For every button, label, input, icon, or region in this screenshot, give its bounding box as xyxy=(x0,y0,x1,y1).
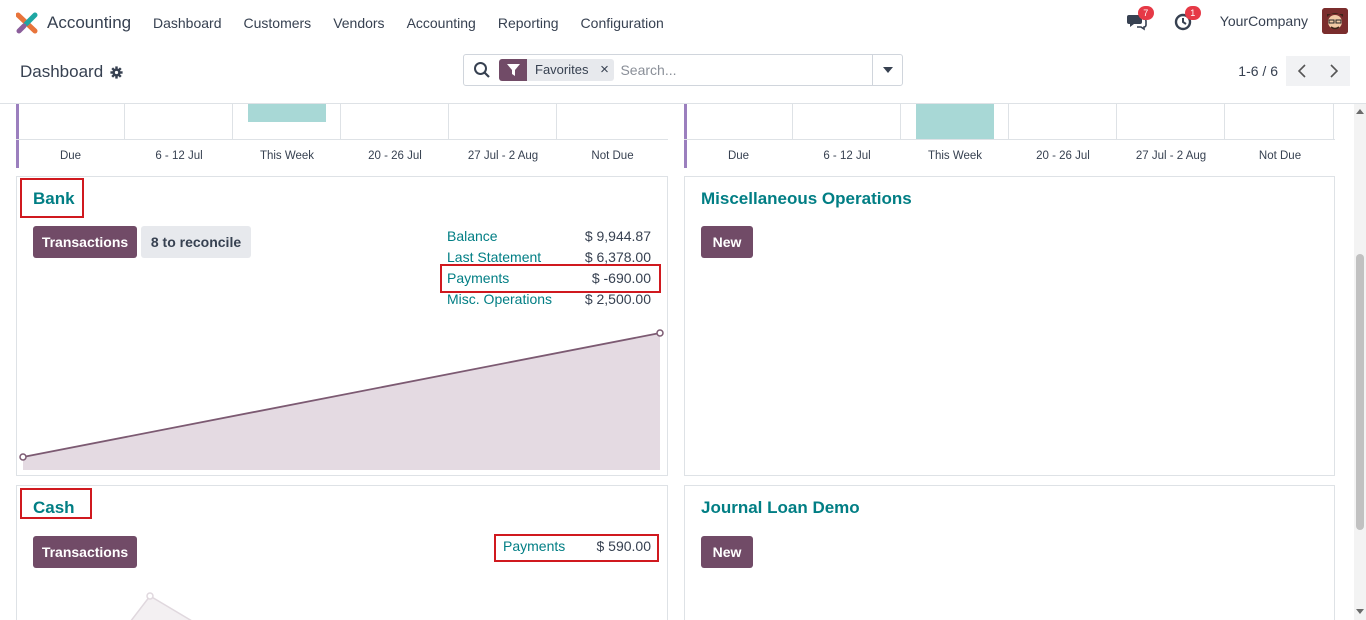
chevron-right-icon xyxy=(1330,64,1338,78)
gear-icon[interactable] xyxy=(110,65,123,79)
stat-value: $ 6,378.00 xyxy=(584,249,651,265)
chart-label: This Week xyxy=(259,150,315,162)
new-button[interactable]: New xyxy=(701,536,753,568)
journal-card-loan-demo: Journal Loan Demo New xyxy=(684,485,1335,620)
journal-card-bank: Bank Transactions 8 to reconcile Balance… xyxy=(16,176,668,476)
app-name[interactable]: Accounting xyxy=(47,13,131,33)
search-facet-favorites: Favorites × xyxy=(499,59,615,81)
chart-point[interactable] xyxy=(146,592,154,600)
card-title-misc-operations[interactable]: Miscellaneous Operations xyxy=(701,189,912,209)
user-avatar[interactable] xyxy=(1322,8,1348,34)
pager-value[interactable]: 1-6 / 6 xyxy=(1238,63,1278,79)
chevron-left-icon xyxy=(1298,64,1306,78)
chart-label: Due xyxy=(59,150,82,162)
activities-count-badge: 1 xyxy=(1184,6,1201,20)
journal-card-cash: Cash Transactions Payments $ 590.00 xyxy=(16,485,668,620)
menu-item-reporting[interactable]: Reporting xyxy=(498,15,559,31)
balance-line-chart xyxy=(19,329,664,470)
menu-item-dashboard[interactable]: Dashboard xyxy=(153,15,222,31)
page-title: Dashboard xyxy=(20,62,104,81)
chart-label: Due xyxy=(727,150,750,162)
control-panel: Dashboard Favorites × Search... 1-6 / 6 xyxy=(0,46,1366,104)
search-icon[interactable] xyxy=(473,61,491,79)
facet-remove-icon[interactable]: × xyxy=(594,59,615,81)
chart-column xyxy=(16,104,125,139)
chart-label: 20 - 26 Jul xyxy=(368,150,422,162)
chart-area xyxy=(131,596,191,620)
menu-item-accounting[interactable]: Accounting xyxy=(407,15,476,31)
top-navbar: Accounting Dashboard Customers Vendors A… xyxy=(0,0,1366,46)
chart-label: Not Due xyxy=(591,150,634,162)
scroll-down-icon[interactable] xyxy=(1356,607,1364,615)
new-button[interactable]: New xyxy=(701,226,753,258)
chart-area xyxy=(23,333,660,470)
chart-column xyxy=(684,104,793,139)
chart-column xyxy=(1225,104,1334,139)
chart-point[interactable] xyxy=(19,453,27,461)
pager-next-button[interactable] xyxy=(1318,56,1350,86)
journal-bar-chart: Due 6 - 12 Jul This Week 20 - 26 Jul 27 … xyxy=(16,104,668,168)
transactions-button[interactable]: Transactions xyxy=(33,536,137,568)
stat-row-misc-operations[interactable]: Misc. Operations $ 2,500.00 xyxy=(447,291,651,309)
chart-column xyxy=(449,104,557,139)
chart-axis xyxy=(684,139,1335,140)
stat-label[interactable]: Last Statement xyxy=(447,249,541,265)
search-input[interactable] xyxy=(620,62,861,78)
chart-label: 6 - 12 Jul xyxy=(823,150,871,162)
chart-label: Not Due xyxy=(1258,150,1302,162)
scroll-up-icon[interactable] xyxy=(1356,108,1364,116)
chart-column xyxy=(1009,104,1117,139)
filter-icon xyxy=(499,59,527,81)
chart-label: This Week xyxy=(927,150,983,162)
highlight-box xyxy=(20,178,84,218)
dashboard-content: Due 6 - 12 Jul This Week 20 - 26 Jul 27 … xyxy=(0,104,1354,620)
stat-label[interactable]: Balance xyxy=(447,228,498,244)
highlight-box xyxy=(20,488,92,519)
transactions-button[interactable]: Transactions xyxy=(33,226,137,258)
systray: 7 1 YourCompany xyxy=(1126,6,1348,34)
menu-item-vendors[interactable]: Vendors xyxy=(333,15,384,31)
chart-column xyxy=(341,104,449,139)
balance-line-chart xyxy=(130,592,192,620)
search-bar: Favorites × xyxy=(463,54,903,86)
stat-label[interactable]: Misc. Operations xyxy=(447,291,552,307)
chart-label: 20 - 26 Jul xyxy=(1036,150,1090,162)
chart-axis xyxy=(16,139,668,140)
menu-item-customers[interactable]: Customers xyxy=(244,15,312,31)
chart-label: 27 Jul - 2 Aug xyxy=(467,150,539,162)
scrollbar-thumb[interactable] xyxy=(1356,254,1364,530)
chart-column xyxy=(793,104,901,139)
chart-point[interactable] xyxy=(656,329,664,337)
pager-previous-button[interactable] xyxy=(1286,56,1318,86)
main-menu: Dashboard Customers Vendors Accounting R… xyxy=(153,15,686,31)
search-options-toggle[interactable] xyxy=(872,55,902,85)
vertical-scrollbar[interactable] xyxy=(1354,104,1366,620)
journal-bar-chart: Due 6 - 12 Jul This Week 20 - 26 Jul 27 … xyxy=(684,104,1335,168)
user-avatar-icon xyxy=(1322,8,1348,34)
facet-label: Favorites xyxy=(527,59,595,81)
messages-count-badge: 7 xyxy=(1137,6,1154,20)
menu-item-configuration[interactable]: Configuration xyxy=(581,15,664,31)
card-title-loan-demo[interactable]: Journal Loan Demo xyxy=(701,498,860,518)
stat-row-balance[interactable]: Balance $ 9,944.87 xyxy=(447,228,651,246)
chart-label: 27 Jul - 2 Aug xyxy=(1135,150,1207,162)
chart-column xyxy=(1117,104,1225,139)
stat-value: $ 9,944.87 xyxy=(584,228,651,244)
chart-column xyxy=(125,104,233,139)
journal-card-misc-operations: Miscellaneous Operations New xyxy=(684,176,1335,476)
reconcile-button[interactable]: 8 to reconcile xyxy=(141,226,251,258)
activities-button[interactable]: 1 xyxy=(1173,6,1201,32)
messages-button[interactable]: 7 xyxy=(1126,6,1154,32)
accounting-app-icon[interactable] xyxy=(16,12,38,34)
chart-bar-this-week[interactable] xyxy=(248,104,326,122)
chart-bar-this-week[interactable] xyxy=(916,104,994,139)
breadcrumb: Dashboard xyxy=(20,62,123,82)
company-switcher[interactable]: YourCompany xyxy=(1220,13,1308,29)
caret-down-icon xyxy=(882,67,893,73)
highlight-box xyxy=(440,264,661,293)
stat-value: $ 2,500.00 xyxy=(584,291,651,307)
highlight-box xyxy=(494,534,659,562)
chart-label: 6 - 12 Jul xyxy=(155,150,203,162)
